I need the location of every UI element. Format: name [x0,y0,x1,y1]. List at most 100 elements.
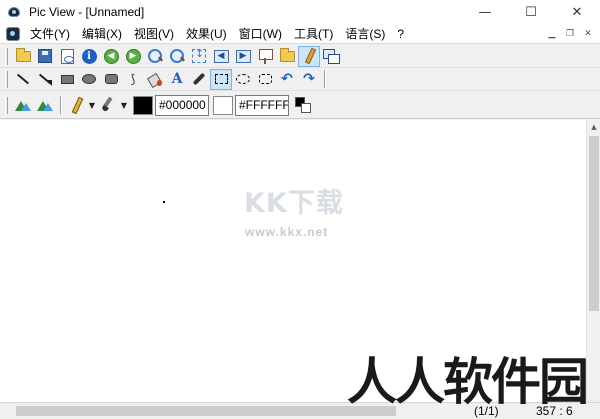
app-window: Pic View - [Unnamed] — ☐ ✕ 文件(Y) 编辑(X) 视… [0,0,600,419]
ellipse-select-icon [236,74,250,84]
next-image-icon: ▶ [125,48,141,64]
fit-height-button[interactable] [188,46,210,67]
maximize-button[interactable]: ☐ [508,0,554,24]
cascade-windows-icon [323,49,340,64]
main-toolbar: i ◀ ▶ ◀ ▶ [0,45,600,68]
menu-window[interactable]: 窗口(W) [233,24,288,44]
curve-icon: ⟆ [130,72,136,86]
drawing-toolbar: ⟆ A ↶ ↷ [0,68,600,91]
text-icon: A [171,71,183,87]
line-tool-button[interactable] [12,69,34,90]
arrow-tool-button[interactable] [34,69,56,90]
curve-tool-button[interactable]: ⟆ [122,69,144,90]
line-icon [16,73,30,85]
terrain-tool-button[interactable] [12,95,34,116]
rounded-rectangle-select-icon [258,74,272,84]
mountain-icon [15,99,31,111]
pen-icon [69,97,83,113]
filled-ellipse-icon [82,74,96,84]
vertical-scrollbar[interactable]: ▲ [586,120,600,402]
zoom-out-button[interactable] [166,46,188,67]
document-icon[interactable] [6,26,20,41]
background-color-swatch[interactable] [213,95,233,115]
redo-icon: ↷ [303,71,315,87]
open-button[interactable] [12,46,34,67]
eyedropper-icon [192,72,206,86]
menu-view[interactable]: 视图(V) [128,24,180,44]
filled-rectangle-icon [60,74,74,84]
draw-pencil-icon [301,48,317,64]
fill-bucket-icon [148,72,162,86]
brush-tool-button[interactable] [97,95,119,116]
background-color-field[interactable]: #FFFFFF [235,94,289,116]
ellipse-select-button[interactable] [232,69,254,90]
draw-mode-button[interactable] [298,45,320,67]
document-window-controls: ▁ ❐ ✕ [544,27,596,41]
zoom-in-icon [147,48,163,64]
brush-dropdown-caret[interactable]: ▼ [119,101,129,110]
ellipse-tool-button[interactable] [78,69,100,90]
menu-edit[interactable]: 编辑(X) [76,24,128,44]
close-button[interactable]: ✕ [554,0,600,24]
cascade-windows-button[interactable] [320,46,342,67]
arrow-line-icon [38,72,52,86]
rectangle-select-button[interactable] [210,68,232,90]
zoom-out-icon [169,48,185,64]
rotate-left-button[interactable]: ◀ [210,46,232,67]
print-preview-icon [60,48,74,64]
rectangle-tool-button[interactable] [56,69,78,90]
previous-image-button[interactable]: ◀ [100,46,122,67]
menu-help[interactable]: ? [391,24,410,44]
info-icon: i [81,48,97,64]
fill-tool-button[interactable] [144,69,166,90]
foreground-color-swatch[interactable] [133,95,153,115]
zoom-in-button[interactable] [144,46,166,67]
print-preview-button[interactable] [56,46,78,67]
rounded-select-button[interactable] [254,69,276,90]
filled-rounded-rectangle-icon [104,74,118,84]
menu-file[interactable]: 文件(Y) [24,24,76,44]
menu-effects[interactable]: 效果(U) [180,24,233,44]
slideshow-icon [258,48,273,64]
pen-dropdown-caret[interactable]: ▼ [87,101,97,110]
rotate-right-icon: ▶ [235,49,251,63]
next-image-button[interactable]: ▶ [122,46,144,67]
swap-colors-icon[interactable] [295,97,311,113]
minimize-button[interactable]: — [462,0,508,24]
title-bar: Pic View - [Unnamed] — ☐ ✕ [0,0,600,24]
doc-close-button[interactable]: ✕ [580,27,596,41]
foreground-color-field[interactable]: #000000 [155,94,209,116]
vertical-scroll-thumb[interactable] [589,136,599,311]
toolbar-grip[interactable] [5,96,8,114]
redo-button[interactable]: ↷ [298,69,320,90]
info-button[interactable]: i [78,46,100,67]
doc-restore-button[interactable]: ❐ [562,27,578,41]
canvas-dot [163,201,165,203]
toolbar-grip[interactable] [5,70,8,88]
browse-folder-button[interactable] [276,46,298,67]
horizontal-scroll-thumb[interactable] [16,406,396,416]
rectangle-select-icon [214,74,228,84]
eyedropper-tool-button[interactable] [188,69,210,90]
save-button[interactable] [34,46,56,67]
undo-button[interactable]: ↶ [276,69,298,90]
scroll-up-arrow[interactable]: ▲ [587,120,600,134]
menu-tools[interactable]: 工具(T) [288,24,339,44]
rotate-left-icon: ◀ [213,49,229,63]
color-toolbar: ▼ ▼ #000000 #FFFFFF [0,92,600,119]
toolbar-separator [324,70,325,88]
brush-icon [101,97,115,113]
rounded-rect-tool-button[interactable] [100,69,122,90]
menu-language[interactable]: 语言(S) [339,24,391,44]
toolbar-separator [60,96,61,114]
undo-icon: ↶ [281,71,293,87]
rotate-right-button[interactable]: ▶ [232,46,254,67]
pen-tool-button[interactable] [65,95,87,116]
text-tool-button[interactable]: A [166,69,188,90]
mountain-icon [37,99,53,111]
doc-minimize-button[interactable]: ▁ [544,27,560,41]
toolbar-grip[interactable] [5,47,8,65]
terrain-alt-tool-button[interactable] [34,95,56,116]
slideshow-button[interactable] [254,46,276,67]
window-controls: — ☐ ✕ [462,0,600,24]
